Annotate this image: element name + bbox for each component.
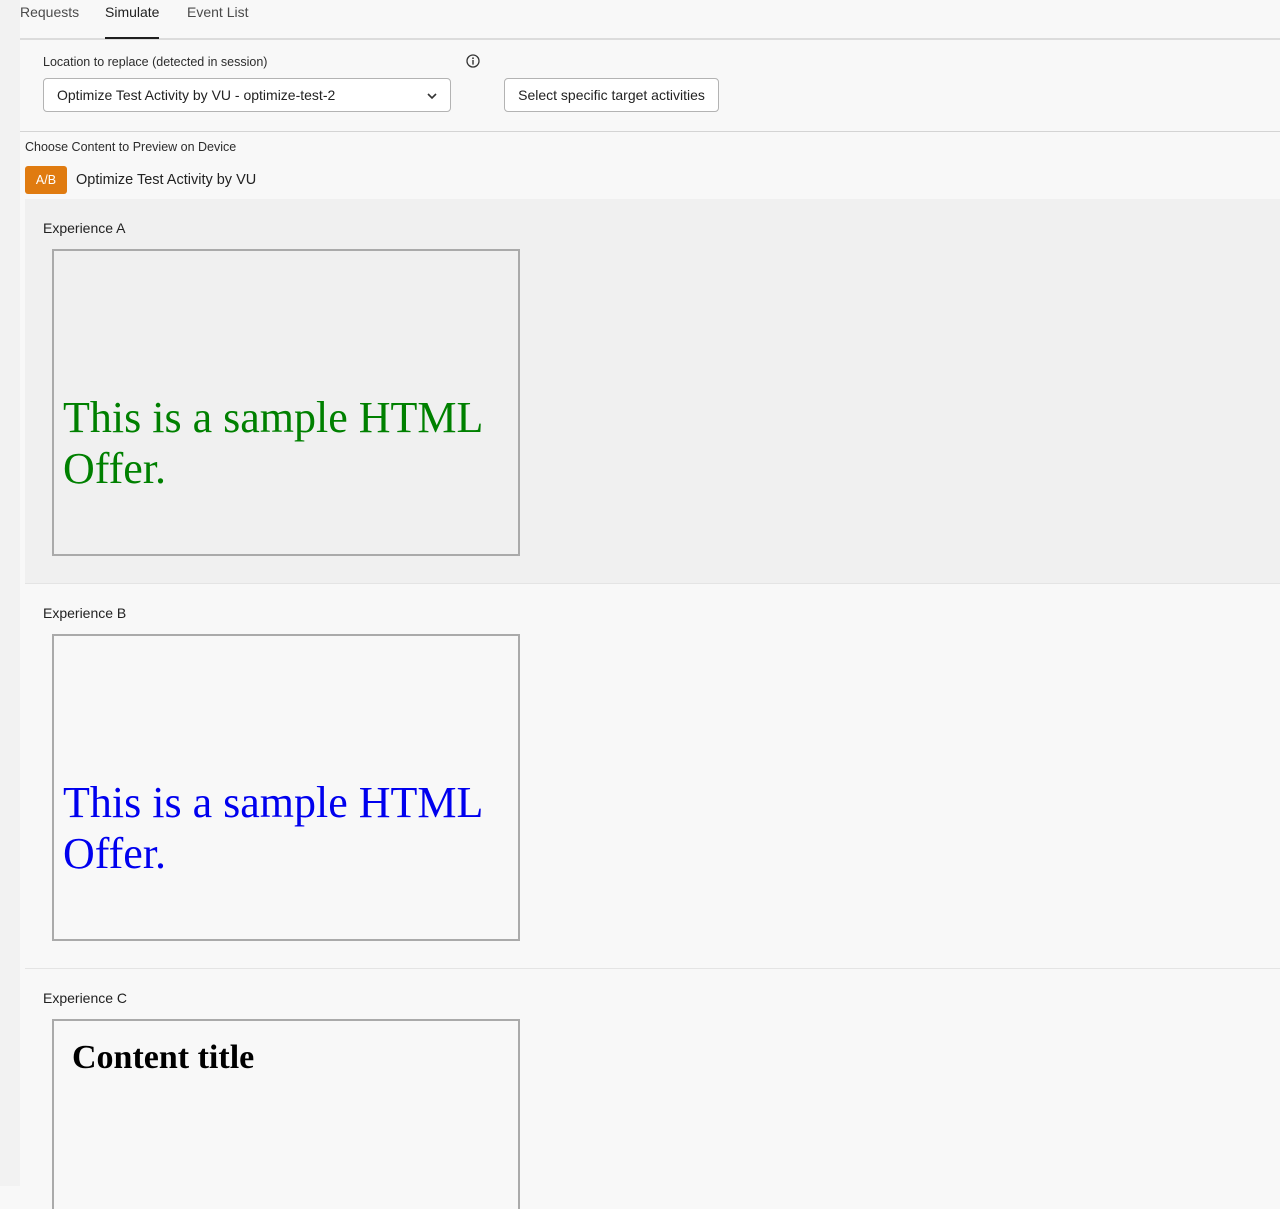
choose-content-label: Choose Content to Preview on Device (25, 140, 237, 154)
offer-text: This is a sample HTML Offer. (63, 393, 482, 493)
offer-preview-frame: This is a sample HTML Offer. (52, 634, 520, 941)
offer-preview-frame: Content title (52, 1019, 520, 1209)
location-select[interactable]: Optimize Test Activity by VU - optimize-… (43, 78, 451, 112)
offer-text: This is a sample HTML Offer. (63, 778, 482, 878)
activity-name: Optimize Test Activity by VU (76, 172, 257, 188)
chevron-down-icon (427, 93, 437, 100)
divider (20, 131, 1280, 132)
tab-requests[interactable]: Requests (20, 0, 79, 38)
tab-event-list[interactable]: Event List (187, 0, 248, 38)
offer-preview-frame: This is a sample HTML Offer. (52, 249, 520, 556)
info-icon[interactable] (466, 54, 480, 68)
location-label: Location to replace (detected in session… (43, 55, 268, 69)
select-target-activities-button[interactable]: Select specific target activities (504, 78, 719, 112)
experience-b-option[interactable]: Experience B This is a sample HTML Offer… (25, 584, 1280, 969)
experience-title: Experience B (43, 605, 127, 621)
ab-badge: A/B (25, 166, 67, 194)
experience-title: Experience C (43, 990, 128, 1006)
experience-a-option[interactable]: Experience A This is a sample HTML Offer… (25, 199, 1280, 584)
experience-c-option[interactable]: Experience C Content title (25, 969, 1280, 1209)
experience-title: Experience A (43, 220, 126, 236)
content-title: Content title (72, 1039, 255, 1076)
tab-simulate[interactable]: Simulate (105, 0, 160, 39)
left-gutter (0, 0, 20, 1186)
tab-bar: Requests Simulate Event List (20, 0, 1280, 40)
location-select-value: Optimize Test Activity by VU - optimize-… (57, 87, 336, 103)
